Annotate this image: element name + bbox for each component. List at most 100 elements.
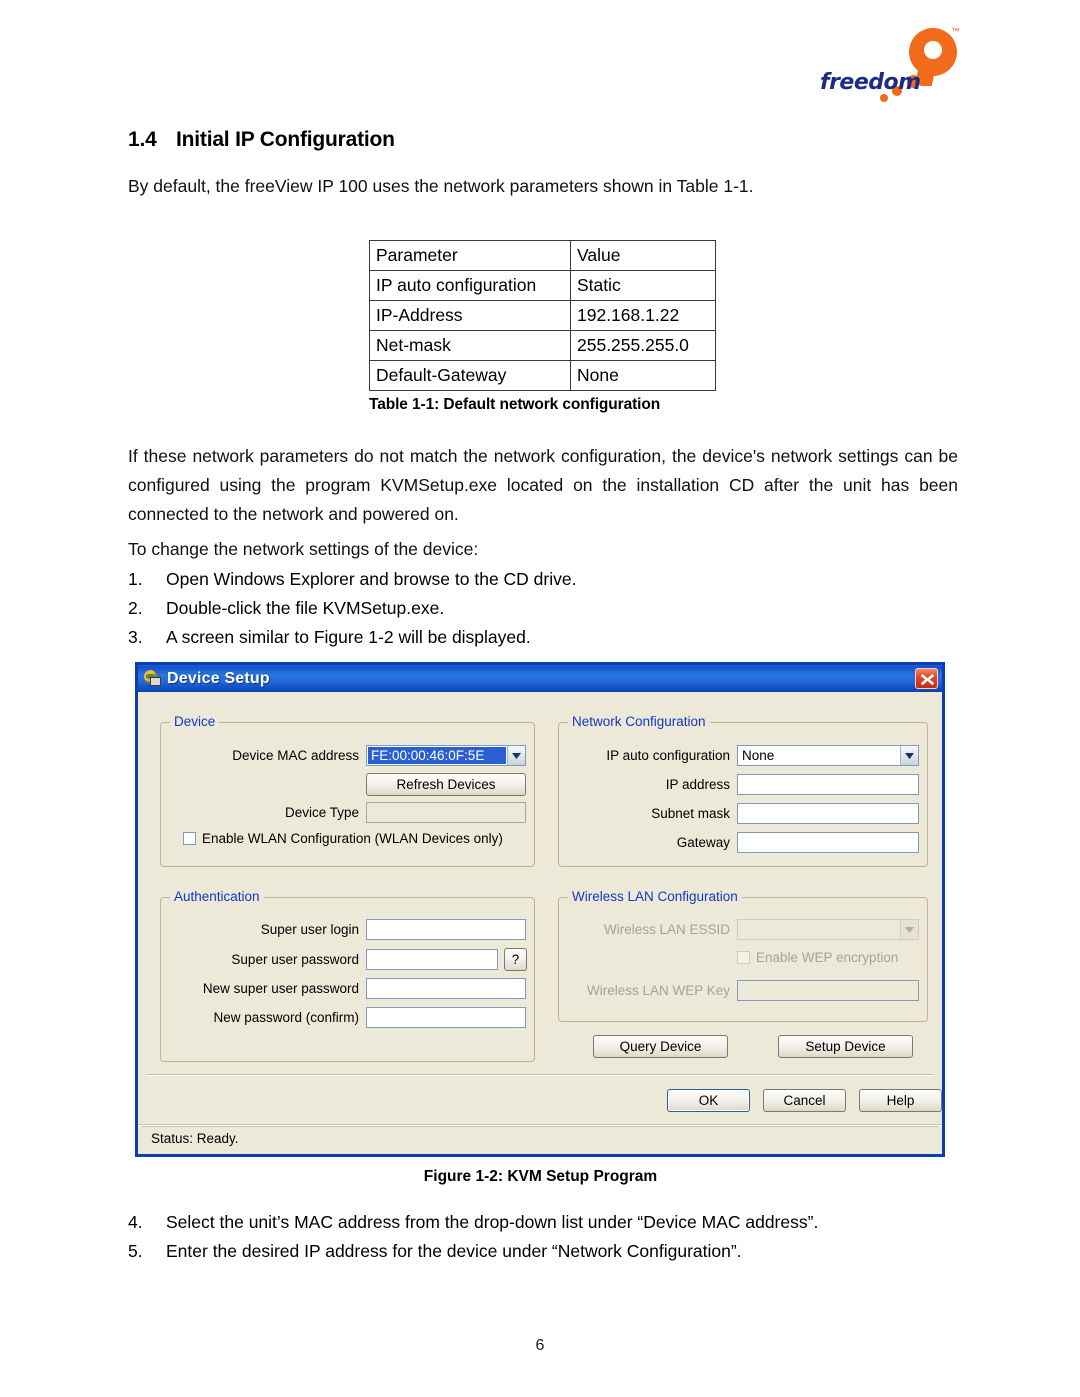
intro-paragraph: By default, the freeView IP 100 uses the…: [128, 176, 754, 196]
trademark-symbol: ™: [951, 26, 960, 36]
wireless-essid-label: Wireless LAN ESSID: [603, 922, 730, 937]
device-type-label: Device Type: [284, 805, 359, 820]
network-configuration-group: Network Configuration IP auto configurat…: [558, 714, 928, 867]
section-number: 1.4: [128, 128, 157, 151]
super-user-password-field[interactable]: [366, 949, 498, 970]
device-type-row: Device Type: [169, 802, 526, 823]
confirm-password-field[interactable]: [366, 1007, 526, 1028]
ip-auto-config-combo[interactable]: None: [737, 745, 919, 766]
table-cell-parameter: Net-mask: [369, 330, 571, 361]
device-mac-row: Device MAC address FE:00:00:46:0F:5E: [169, 745, 526, 766]
wireless-wep-key-field: [737, 980, 919, 1001]
new-super-user-password-label: New super user password: [202, 981, 359, 996]
super-user-password-row: Super user password ?: [169, 948, 534, 971]
table-body: Parameter Value IP auto configuration St…: [369, 240, 716, 391]
default-network-table: Parameter Value IP auto configuration St…: [369, 240, 716, 391]
table-row: IP auto configuration Static: [369, 270, 716, 301]
table-cell-parameter: Default-Gateway: [369, 360, 571, 391]
table-caption: Table 1-1: Default network configuration: [369, 396, 661, 413]
table-cell-value: 192.168.1.22: [570, 300, 716, 331]
ip-auto-config-value: None: [742, 748, 775, 763]
super-user-login-field[interactable]: [366, 919, 526, 940]
device-type-field[interactable]: [366, 802, 526, 823]
list-marker: 1.: [128, 569, 143, 589]
close-icon[interactable]: [915, 668, 938, 689]
network-group-title: Network Configuration: [568, 714, 710, 729]
ip-address-field[interactable]: [737, 774, 919, 795]
device-mac-value: FE:00:00:46:0F:5E: [368, 747, 506, 764]
wireless-wep-key-label: Wireless LAN WEP Key: [586, 983, 730, 998]
setup-device-button[interactable]: Setup Device: [778, 1035, 913, 1058]
list-item: 2. Double-click the file KVMSetup.exe.: [128, 594, 958, 623]
wireless-essid-combo: [737, 919, 919, 940]
wireless-lan-group-title: Wireless LAN Configuration: [568, 889, 742, 904]
footer-divider: [146, 1074, 934, 1076]
help-button[interactable]: Help: [859, 1089, 942, 1112]
dialog-titlebar[interactable]: Device Setup: [135, 662, 945, 692]
device-mac-label: Device MAC address: [232, 748, 359, 763]
table-row: Net-mask 255.255.255.0: [369, 330, 716, 361]
table-cell-value: None: [570, 360, 716, 391]
new-super-user-password-field[interactable]: [366, 978, 526, 999]
ok-button[interactable]: OK: [667, 1089, 750, 1112]
subnet-mask-field[interactable]: [737, 803, 919, 824]
refresh-devices-row: Refresh Devices: [169, 773, 526, 796]
ip-auto-config-row: IP auto configuration None: [565, 745, 920, 766]
list-text: Double-click the file KVMSetup.exe.: [166, 598, 445, 618]
ip-auto-config-label: IP auto configuration: [606, 748, 730, 763]
super-user-login-label: Super user login: [260, 922, 359, 937]
logo-nine-ring: [909, 28, 957, 76]
device-setup-dialog: Device Setup Device Device MAC address F…: [135, 662, 945, 1157]
gateway-row: Gateway: [565, 832, 920, 853]
ip-address-row: IP address: [565, 774, 920, 795]
subnet-mask-row: Subnet mask: [565, 803, 920, 824]
freedom9-logo: freedom ™: [820, 26, 970, 106]
ip-address-label: IP address: [665, 777, 730, 792]
body-paragraph-1: If these network parameters do not match…: [128, 446, 958, 524]
confirm-password-label: New password (confirm): [213, 1010, 359, 1025]
table-header-parameter: Parameter: [369, 240, 571, 271]
list-text: Select the unit’s MAC address from the d…: [166, 1212, 819, 1232]
subnet-mask-label: Subnet mask: [651, 806, 730, 821]
steps-list-upper: 1. Open Windows Explorer and browse to th…: [128, 565, 958, 652]
device-group: Device Device MAC address FE:00:00:46:0F…: [160, 714, 535, 867]
table-cell-value: 255.255.255.0: [570, 330, 716, 361]
page-number: 6: [535, 1337, 545, 1354]
dialog-body: Device Device MAC address FE:00:00:46:0F…: [138, 692, 942, 1154]
refresh-devices-button[interactable]: Refresh Devices: [366, 773, 526, 796]
logo-wordmark: freedom: [820, 70, 921, 95]
cancel-button[interactable]: Cancel: [763, 1089, 846, 1112]
table-cell-parameter: IP-Address: [369, 300, 571, 331]
enable-wlan-checkbox-row[interactable]: Enable WLAN Configuration (WLAN Devices …: [183, 831, 503, 846]
status-text: Status: Ready.: [151, 1131, 239, 1146]
page-title: 1.4 Initial IP Configuration: [128, 128, 395, 152]
chevron-down-icon: [900, 920, 918, 939]
gateway-label: Gateway: [676, 835, 730, 850]
enable-wep-checkbox-row: Enable WEP encryption: [737, 950, 898, 965]
steps-list-lower: 4. Select the unit’s MAC address from the…: [128, 1208, 988, 1266]
password-help-button[interactable]: ?: [504, 948, 527, 971]
enable-wep-checkbox-label: Enable WEP encryption: [756, 950, 899, 965]
list-marker: 3.: [128, 627, 143, 647]
list-marker: 4.: [128, 1212, 143, 1232]
enable-wlan-checkbox-label: Enable WLAN Configuration (WLAN Devices …: [202, 831, 503, 846]
super-user-password-label: Super user password: [231, 952, 359, 967]
table-row: Default-Gateway None: [369, 360, 716, 391]
confirm-password-row: New password (confirm): [169, 1007, 526, 1028]
list-item: 3. A screen similar to Figure 1-2 will be…: [128, 623, 958, 652]
enable-wlan-checkbox[interactable]: [183, 832, 196, 845]
enable-wep-checkbox: [737, 951, 750, 964]
device-mac-combo[interactable]: FE:00:00:46:0F:5E: [366, 745, 526, 766]
query-device-button[interactable]: Query Device: [593, 1035, 728, 1058]
chevron-down-icon[interactable]: [900, 746, 918, 765]
list-text: Enter the desired IP address for the dev…: [166, 1241, 742, 1261]
authentication-group-title: Authentication: [170, 889, 264, 904]
wireless-wep-key-row: Wireless LAN WEP Key: [565, 980, 920, 1001]
list-text: A screen similar to Figure 1-2 will be d…: [166, 627, 531, 647]
new-super-user-password-row: New super user password: [169, 978, 526, 999]
gateway-field[interactable]: [737, 832, 919, 853]
device-network-icon: [144, 669, 162, 688]
chevron-down-icon[interactable]: [507, 746, 525, 765]
section-title: Initial IP Configuration: [176, 128, 395, 151]
wireless-lan-configuration-group: Wireless LAN Configuration Wireless LAN …: [558, 889, 928, 1022]
